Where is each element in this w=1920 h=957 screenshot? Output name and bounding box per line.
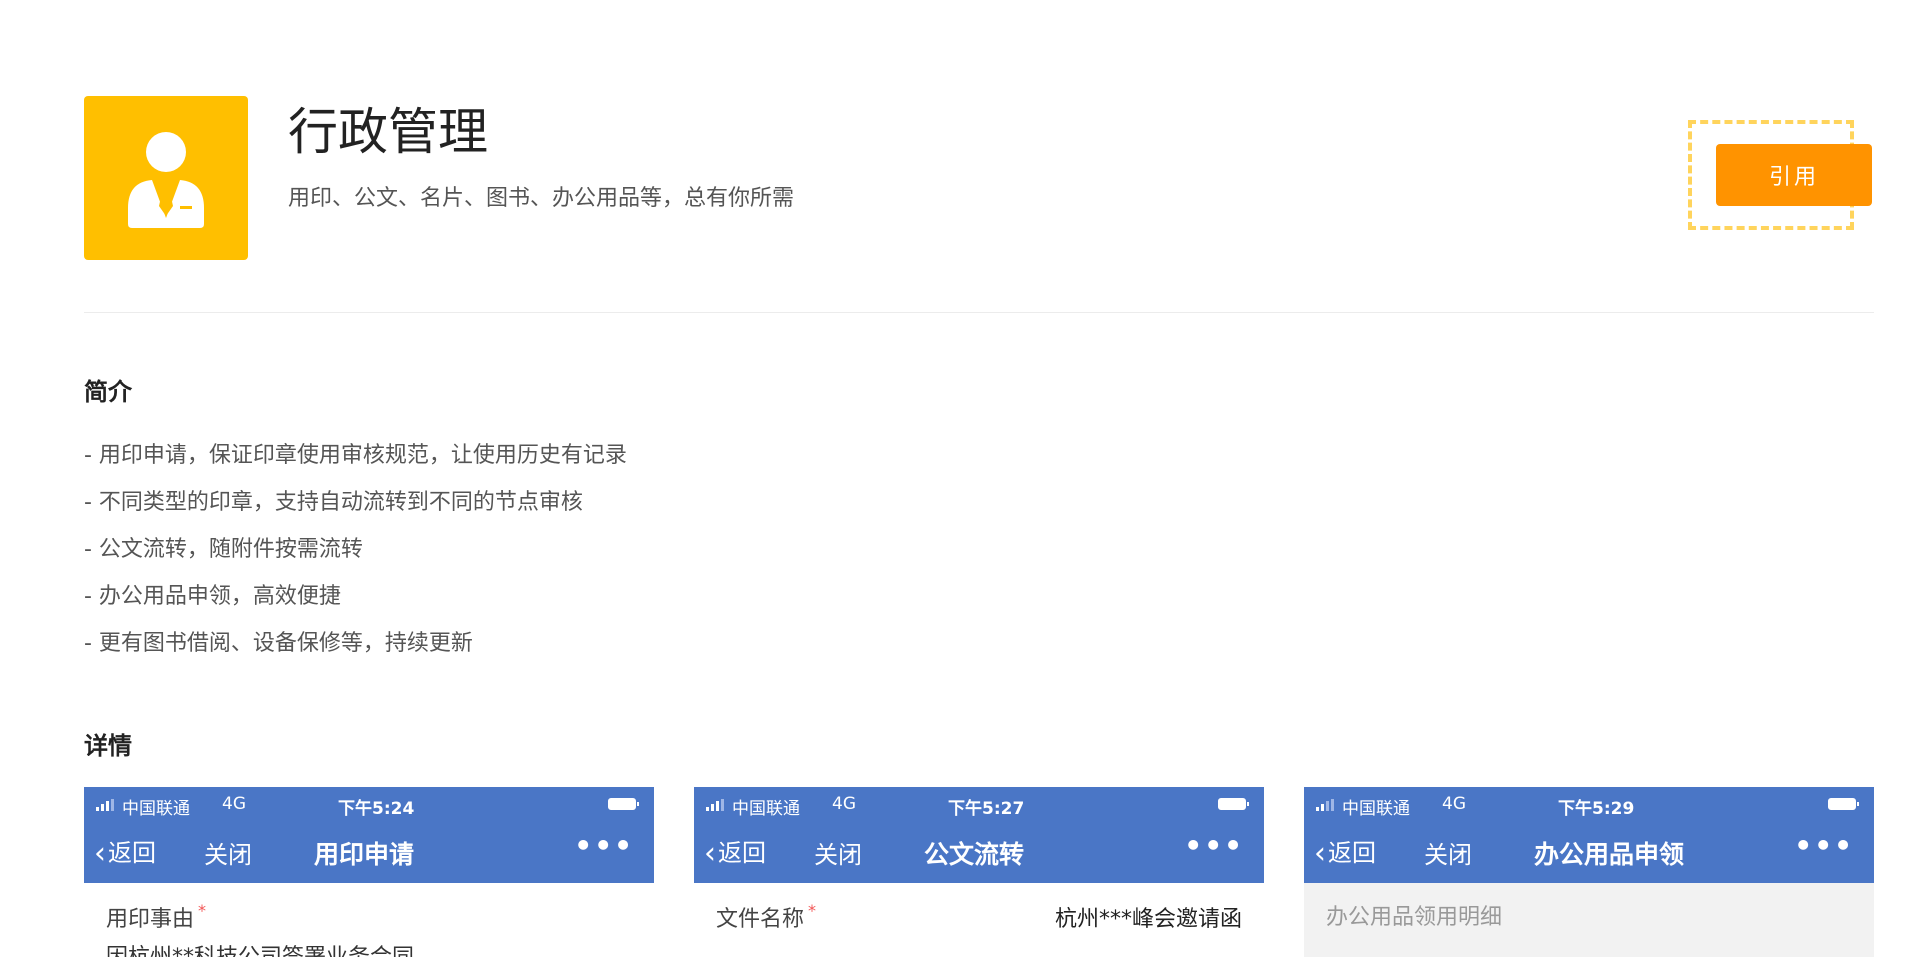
signal-icon xyxy=(96,799,114,811)
field-label: 文件名称 * xyxy=(716,901,817,932)
screen-title: 办公用品申领 xyxy=(1534,840,1685,869)
more-icon[interactable]: ••• xyxy=(1794,829,1854,862)
back-label: 返回 xyxy=(1328,839,1376,867)
screen-title: 公文流转 xyxy=(924,840,1025,869)
clock-label: 下午5:27 xyxy=(948,799,1025,819)
phone-header: 中国联通 4G 下午5:24 ‹返回 关闭 用印申请 ••• xyxy=(84,787,654,883)
more-icon[interactable]: ••• xyxy=(574,829,634,862)
signal-icon xyxy=(1316,799,1334,811)
intro-item: - 不同类型的印章，支持自动流转到不同的节点审核 xyxy=(84,490,583,515)
form-field: 用印事由* 因杭州**科技公司签署业务合同 xyxy=(84,883,654,957)
back-button[interactable]: ‹返回 xyxy=(1314,833,1376,869)
back-label: 返回 xyxy=(108,839,156,867)
cite-button[interactable]: 引用 xyxy=(1716,144,1872,206)
person-suit-icon xyxy=(128,132,204,228)
nav-bar: ‹返回 关闭 办公用品申领 ••• xyxy=(1304,823,1874,879)
close-button[interactable]: 关闭 xyxy=(814,835,862,870)
field-value: 因杭州**科技公司签署业务合同 xyxy=(106,939,414,957)
section-label: 办公用品领用明细 xyxy=(1326,905,1503,930)
back-button[interactable]: ‹返回 xyxy=(94,833,156,869)
chevron-left-icon: ‹ xyxy=(704,836,716,871)
nav-bar: ‹返回 关闭 公文流转 ••• xyxy=(694,823,1264,879)
intro-item: - 公文流转，随附件按需流转 xyxy=(84,537,363,562)
screenshot-card-supplies[interactable]: 中国联通 4G 下午5:29 ‹返回 关闭 办公用品申领 ••• 办公用品领用明… xyxy=(1304,787,1874,957)
carrier-label: 中国联通 xyxy=(122,799,190,819)
intro-list: - 用印申请，保证印章使用审核规范，让使用历史有记录 - 不同类型的印章，支持自… xyxy=(84,441,627,676)
intro-item: - 更有图书借阅、设备保修等，持续更新 xyxy=(84,631,473,656)
divider xyxy=(84,312,1874,313)
network-label: 4G xyxy=(222,794,246,814)
form-section: 办公用品领用明细 xyxy=(1304,883,1874,957)
network-label: 4G xyxy=(832,794,856,814)
app-header: 行政管理 用印、公文、名片、图书、办公用品等，总有你所需 xyxy=(84,96,1874,260)
chevron-left-icon: ‹ xyxy=(94,836,106,871)
battery-icon xyxy=(608,798,639,810)
signal-icon xyxy=(706,799,724,811)
nav-bar: ‹返回 关闭 用印申请 ••• xyxy=(84,823,654,879)
screen-title: 用印申请 xyxy=(314,840,415,869)
battery-icon xyxy=(1828,798,1859,810)
screenshot-card-seal[interactable]: 中国联通 4G 下午5:24 ‹返回 关闭 用印申请 ••• 用印事由* 因杭州… xyxy=(84,787,654,957)
intro-item: - 办公用品申领，高效便捷 xyxy=(84,584,341,609)
field-label: 用印事由 * xyxy=(106,901,207,932)
phone-header: 中国联通 4G 下午5:27 ‹返回 关闭 公文流转 ••• xyxy=(694,787,1264,883)
required-mark: * xyxy=(808,901,817,920)
status-bar: 中国联通 4G 下午5:29 xyxy=(1312,791,1866,819)
phone-header: 中国联通 4G 下午5:29 ‹返回 关闭 办公用品申领 ••• xyxy=(1304,787,1874,883)
carrier-label: 中国联通 xyxy=(732,799,800,819)
clock-label: 下午5:24 xyxy=(338,799,415,819)
form-field: 文件名称 * 杭州***峰会邀请函 xyxy=(694,883,1264,957)
intro-title: 简介 xyxy=(84,378,132,406)
intro-item: - 用印申请，保证印章使用审核规范，让使用历史有记录 xyxy=(84,443,627,468)
status-bar: 中国联通 4G 下午5:27 xyxy=(702,791,1256,819)
status-bar: 中国联通 4G 下午5:24 xyxy=(92,791,646,819)
page-title: 行政管理 xyxy=(288,103,488,161)
clock-label: 下午5:29 xyxy=(1558,799,1635,819)
screenshot-card-document[interactable]: 中国联通 4G 下午5:27 ‹返回 关闭 公文流转 ••• 文件名称 * 杭州*… xyxy=(694,787,1264,957)
more-icon[interactable]: ••• xyxy=(1184,829,1244,862)
close-button[interactable]: 关闭 xyxy=(204,835,252,870)
page-subtitle: 用印、公文、名片、图书、办公用品等，总有你所需 xyxy=(288,186,795,211)
field-value: 杭州***峰会邀请函 xyxy=(1054,907,1242,932)
details-screenshots: 中国联通 4G 下午5:24 ‹返回 关闭 用印申请 ••• 用印事由* 因杭州… xyxy=(84,787,1874,957)
back-label: 返回 xyxy=(718,839,766,867)
app-icon xyxy=(84,96,248,260)
required-mark: * xyxy=(198,901,207,920)
network-label: 4G xyxy=(1442,794,1466,814)
details-title: 详情 xyxy=(84,732,132,760)
back-button[interactable]: ‹返回 xyxy=(704,833,766,869)
battery-icon xyxy=(1218,798,1249,810)
chevron-left-icon: ‹ xyxy=(1314,836,1326,871)
carrier-label: 中国联通 xyxy=(1342,799,1410,819)
close-button[interactable]: 关闭 xyxy=(1424,835,1472,870)
